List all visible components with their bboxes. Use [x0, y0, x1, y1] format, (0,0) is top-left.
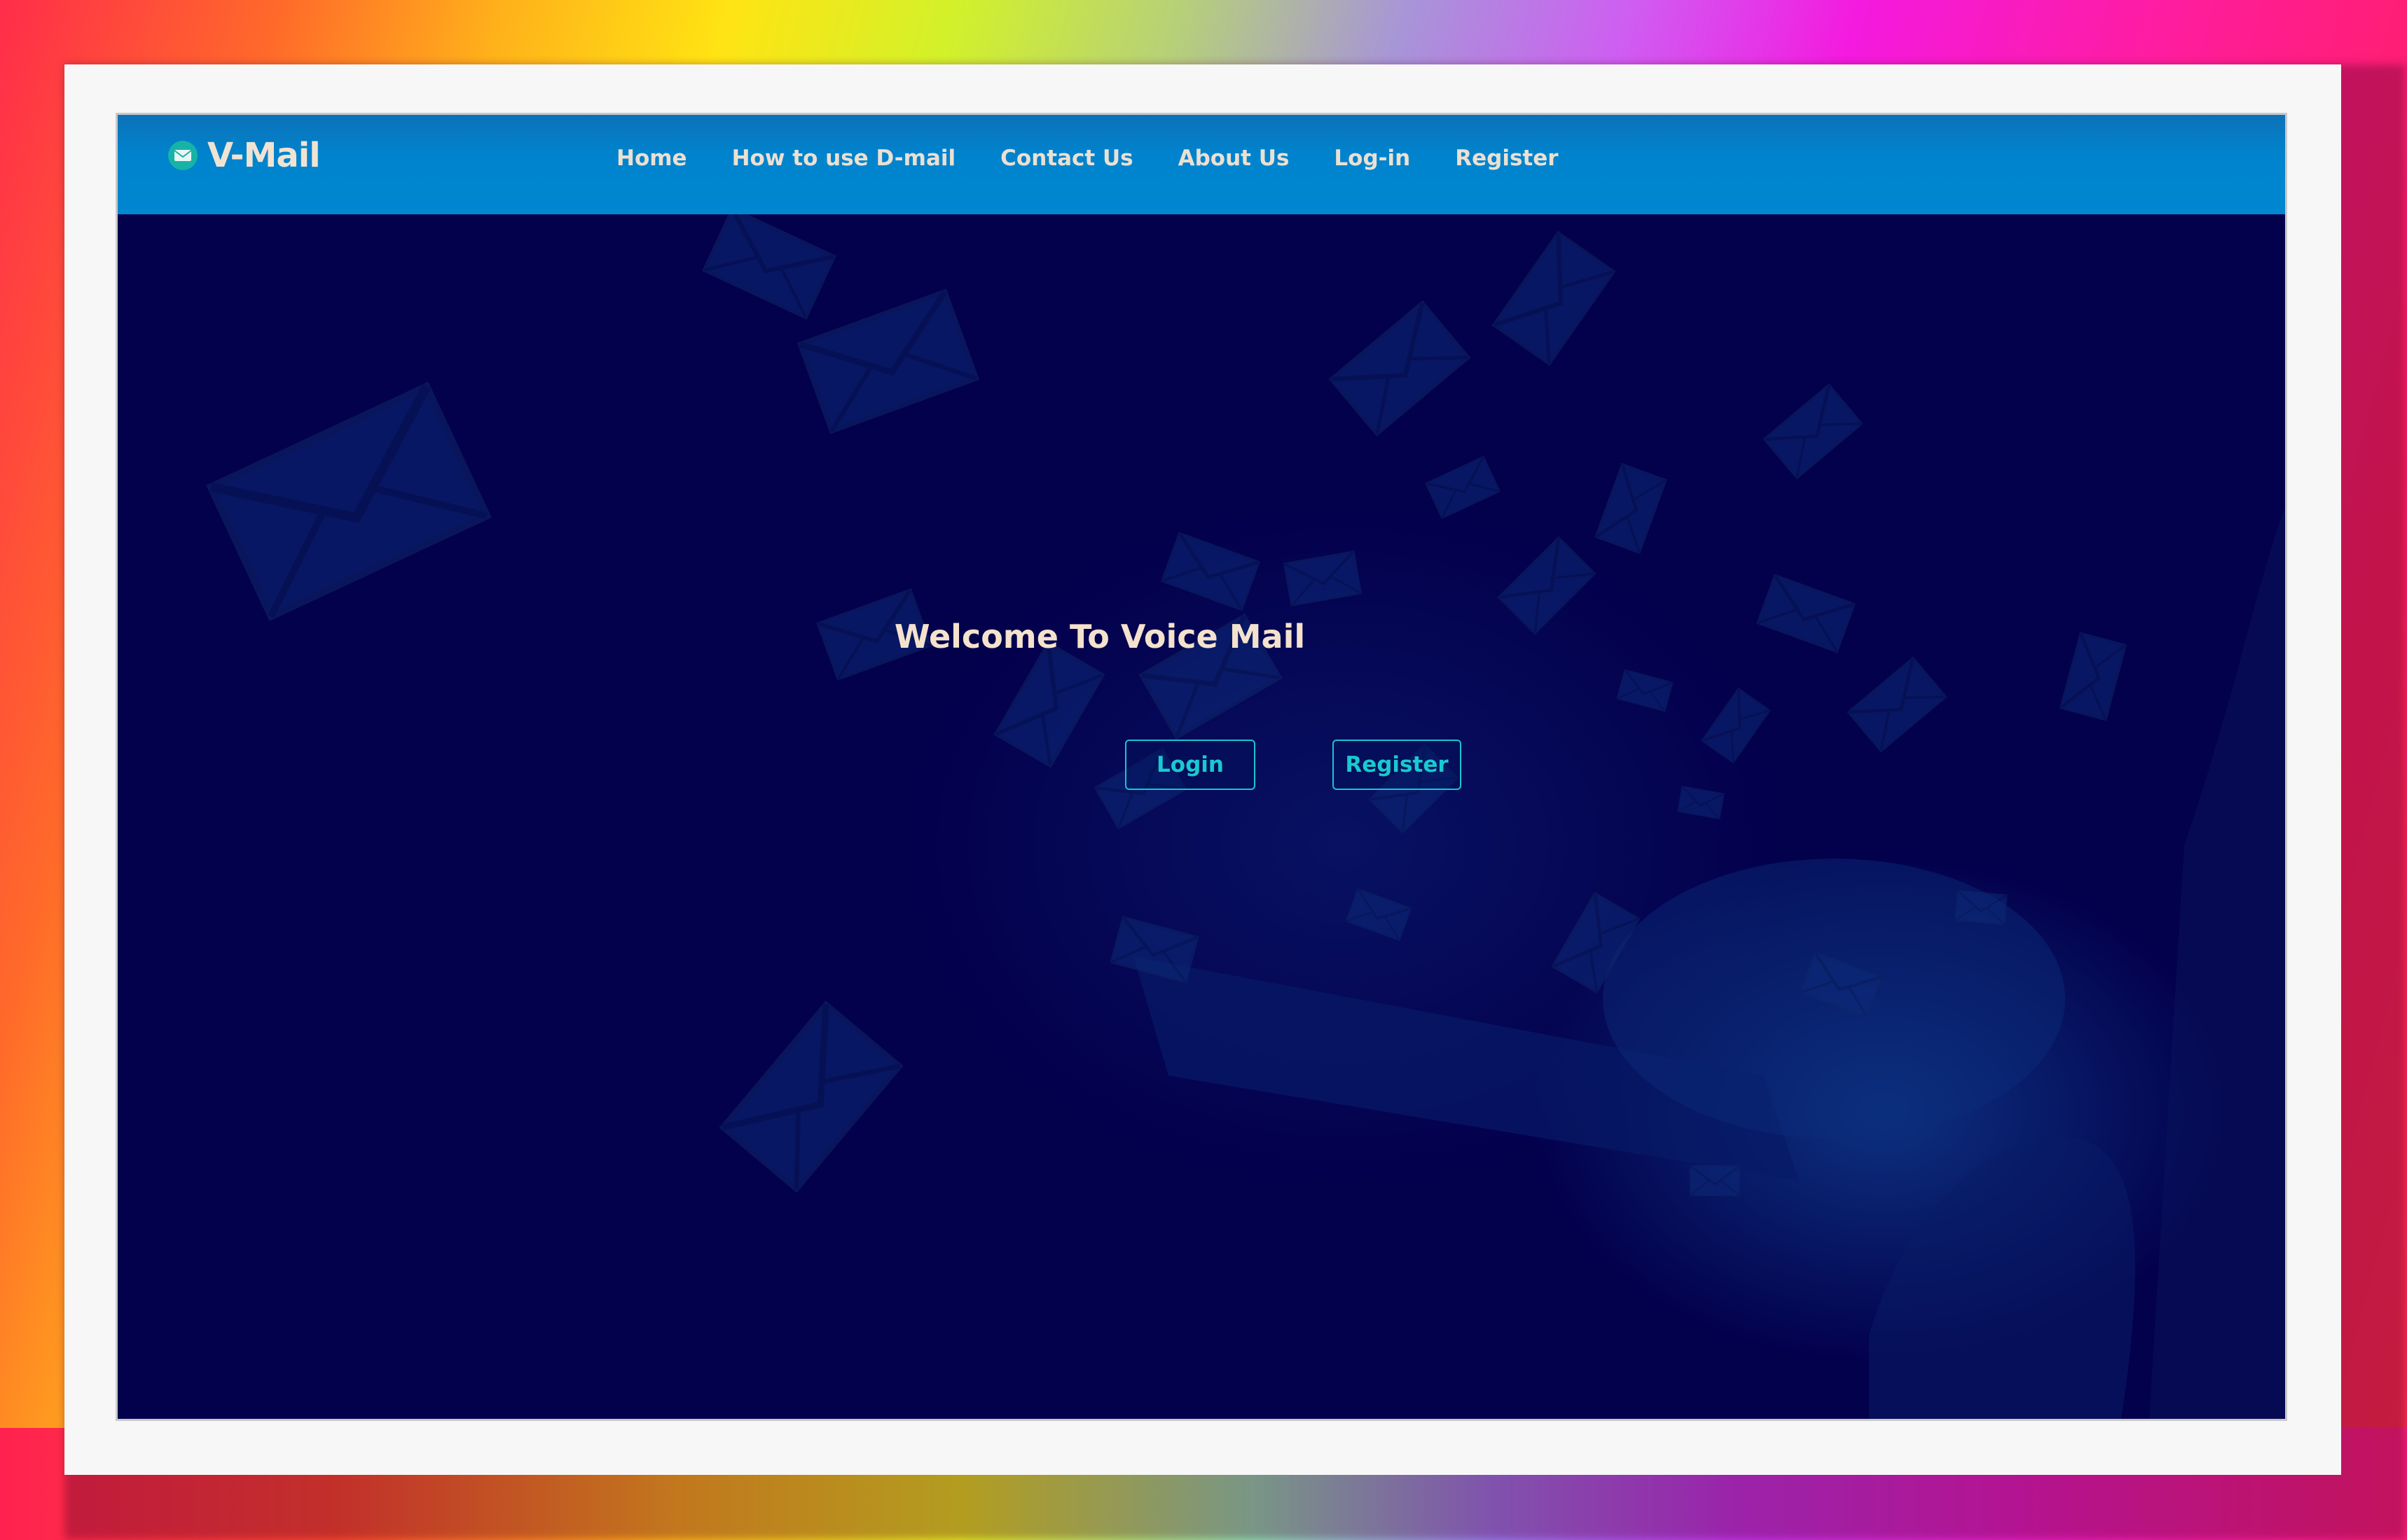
- envelope-icon: [168, 141, 198, 170]
- screenshot-frame: V-Mail Home How to use D-mail Contact Us…: [64, 64, 2341, 1475]
- nav-how-to-use-link[interactable]: How to use D-mail: [732, 146, 956, 171]
- welcome-heading: Welcome To Voice Mail: [118, 618, 2284, 655]
- nav-contact-link[interactable]: Contact Us: [1000, 146, 1133, 171]
- brand-name: V-Mail: [207, 136, 321, 175]
- nav-home-link[interactable]: Home: [616, 146, 687, 171]
- register-button[interactable]: Register: [1332, 740, 1461, 790]
- hero-section: Welcome To Voice Mail Login Register: [118, 214, 2285, 1419]
- nav-about-link[interactable]: About Us: [1178, 146, 1290, 171]
- nav-register-link[interactable]: Register: [1455, 146, 1558, 171]
- welcome-heading-text: Welcome To Voice Mail: [894, 618, 1306, 655]
- login-button[interactable]: Login: [1125, 740, 1255, 790]
- nav-login-link[interactable]: Log-in: [1334, 146, 1410, 171]
- brand-logo[interactable]: V-Mail: [168, 132, 321, 179]
- flying-envelopes-background: [118, 214, 2285, 1419]
- nav-menu: Home How to use D-mail Contact Us About …: [616, 140, 1603, 176]
- browser-viewport: V-Mail Home How to use D-mail Contact Us…: [118, 115, 2285, 1419]
- navbar: V-Mail Home How to use D-mail Contact Us…: [118, 115, 2285, 214]
